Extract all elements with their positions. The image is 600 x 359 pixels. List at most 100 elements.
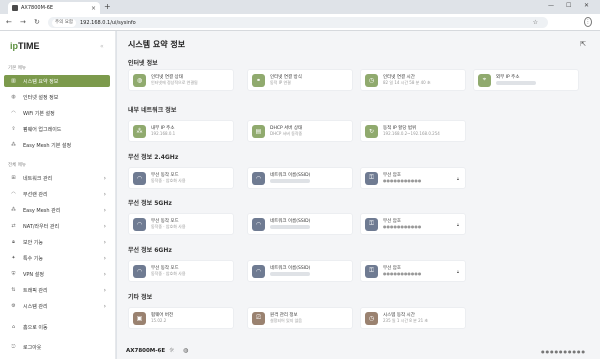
dhcp-status-card: ▤ DHCP 서버 상태 DHCP 서버 동작중 — [247, 120, 353, 142]
url-text: 192.168.0.1/ui/sysinfo — [80, 19, 136, 26]
external-ip-card: ⌖ 외부 IP 주소 — [473, 69, 579, 91]
internet-section-title: 인터넷 정보 — [128, 60, 158, 67]
sidebar-item-internet[interactable]: ◍ 인터넷 설정 정보 — [4, 91, 110, 103]
chevron-right-icon: › — [103, 270, 106, 278]
minimize-icon[interactable]: — — [548, 1, 554, 11]
mesh-icon: ⁂ — [11, 207, 16, 213]
range-icon: ↻ — [365, 124, 378, 138]
wifi6-mode-card: ◠ 무선 동작 모드 동작중 · 암호화 사용 — [128, 260, 234, 282]
footer: AX7800M-6E | ☼ ◍ ●●●●●●●●●● — [117, 345, 600, 359]
chart-icon: ▥ — [11, 78, 16, 84]
remote-management-card: ⎚ 원격 관리 정보 설정되어 있지 않음 — [247, 307, 353, 329]
sidebar-item-wireless[interactable]: ◠ 무선랜 관리 › — [4, 188, 110, 200]
internet-status-card: ◍ 인터넷 연결 상태 인터넷에 정상적으로 연결됨 — [128, 69, 234, 91]
reload-icon[interactable]: ↻ — [34, 17, 40, 27]
clock-icon: ◷ — [365, 311, 378, 325]
firmware-version-card: ▣ 펌웨어 버전 15.02.2 — [128, 307, 234, 329]
vpn-icon: ⛨ — [11, 271, 16, 277]
sidebar-item-wifi[interactable]: ◠ WiFi 기본 설정 — [4, 107, 110, 119]
browser-menu-icon[interactable]: ⋮ — [584, 17, 592, 27]
sidebar-item-easymesh[interactable]: ⁂ Easy Mesh 기본 설정 — [4, 139, 110, 151]
wifi-icon: ◠ — [252, 217, 265, 231]
basic-menu-title: 기본 메뉴 — [8, 66, 26, 71]
chevron-right-icon: › — [103, 286, 106, 294]
wifi24-password-card: ⚿ 무선 암호 ●●●●●●●●●●● 🔒︎ — [360, 167, 466, 189]
sidebar-item-security[interactable]: 🔒︎ 보안 기능 › — [4, 236, 110, 248]
wifi5-mode-card: ◠ 무선 동작 모드 동작중 · 암호화 사용 — [128, 213, 234, 235]
wifi6-section-title: 무선 정보 6GHz — [128, 247, 172, 254]
internet-uptime-card: ◷ 인터넷 연결 시간 82 일 14 시간 58 분 40 초 — [360, 69, 466, 91]
language-icon[interactable]: ◍ — [183, 347, 188, 354]
sidebar-item-easymesh-manage[interactable]: ⁂ Easy Mesh 관리 › — [4, 204, 110, 216]
sidebar-item-vpn[interactable]: ⛨ VPN 설정 › — [4, 268, 110, 280]
browser-tab-bar: AX7800M-6E × + — ☐ ✕ — [0, 0, 600, 14]
wifi5-password-card: ⚿ 무선 암호 ●●●●●●●●●●● 🔒︎ — [360, 213, 466, 235]
security-badge[interactable]: 주의 요함 — [52, 18, 76, 27]
wifi-icon: ◠ — [252, 171, 265, 185]
tab-title: AX7800M-6E — [21, 5, 54, 11]
tab-close-icon[interactable]: × — [91, 5, 96, 12]
sidebar-item-special[interactable]: ✦ 특수 기능 › — [4, 252, 110, 264]
network-icon: ⊞ — [11, 175, 16, 181]
full-menu-title: 전체 메뉴 — [8, 163, 26, 168]
close-window-icon[interactable]: ✕ — [584, 1, 589, 11]
sidebar-item-network[interactable]: ⊞ 네트워크 관리 › — [4, 172, 110, 184]
sidebar-item-firmware[interactable]: ⇪ 펌웨어 업그레이드 — [4, 123, 110, 135]
chevron-right-icon: › — [103, 222, 106, 230]
wifi24-mode-card: ◠ 무선 동작 모드 동작중 · 암호화 사용 — [128, 167, 234, 189]
status-dots: ●●●●●●●●●● — [541, 349, 586, 354]
iptime-logo[interactable]: ipTIME — [10, 41, 40, 51]
favicon-icon — [12, 5, 18, 11]
lock-icon: 🔒︎ — [12, 239, 15, 245]
upload-icon: ⇪ — [11, 126, 16, 132]
maximize-icon[interactable]: ☐ — [566, 1, 571, 11]
forward-icon[interactable]: → — [20, 17, 26, 27]
url-input[interactable]: 주의 요함 192.168.0.1/ui/sysinfo ☆ — [48, 17, 548, 28]
sidebar-item-traffic[interactable]: ⇅ 트래픽 관리 › — [4, 284, 110, 296]
lock-icon[interactable]: 🔒︎ — [457, 176, 459, 181]
collapse-sidebar-icon[interactable]: « — [100, 43, 104, 50]
wifi-icon: ◠ — [11, 191, 16, 197]
home-icon: ⌂ — [11, 324, 16, 330]
lan-section-title: 내부 네트워크 정보 — [128, 107, 177, 114]
sidebar-item-system-summary[interactable]: ▥ 시스템 요약 정보 — [4, 75, 110, 87]
wifi24-section-title: 무선 정보 2.4GHz — [128, 154, 179, 161]
chevron-right-icon: › — [103, 206, 106, 214]
bookmark-star-icon[interactable]: ☆ — [533, 19, 538, 26]
system-uptime-card: ◷ 시스템 동작 시간 235 일 1 시간 8 분 21 초 — [360, 307, 466, 329]
back-icon[interactable]: ← — [6, 17, 12, 27]
wifi-icon: ◠ — [252, 264, 265, 278]
gear-icon: ⚙ — [11, 303, 16, 309]
chevron-right-icon: › — [103, 238, 106, 246]
lock-icon[interactable]: 🔒︎ — [457, 269, 459, 274]
internet-type-card: ⚭ 인터넷 연결 방식 동적 IP 연결 — [247, 69, 353, 91]
lock-icon[interactable]: 🔒︎ — [457, 222, 459, 227]
browser-tab[interactable]: AX7800M-6E × — [8, 2, 100, 14]
sidebar: ipTIME « 기본 메뉴 ▥ 시스템 요약 정보 ◍ 인터넷 설정 정보 ◠… — [0, 31, 116, 359]
server-icon: ▤ — [252, 124, 265, 138]
logout-button[interactable]: ⎋ 로그아웃 — [4, 341, 110, 353]
wifi5-ssid-card: ◠ 네트워크 이름(SSID) — [247, 213, 353, 235]
footer-separator: | — [159, 348, 161, 354]
key-icon: ⚿ — [365, 264, 378, 278]
new-tab-button[interactable]: + — [104, 2, 111, 12]
logout-icon: ⎋ — [11, 344, 16, 350]
key-icon: ⚿ — [365, 217, 378, 231]
wifi6-ssid-card: ◠ 네트워크 이름(SSID) — [247, 260, 353, 282]
etc-section-title: 기타 정보 — [128, 294, 153, 301]
sidebar-item-system[interactable]: ⚙ 시스템 관리 › — [4, 300, 110, 312]
wifi-icon: ◠ — [133, 217, 146, 231]
masked-value — [270, 272, 310, 277]
page-title: 시스템 요약 정보 — [128, 40, 186, 49]
clock-icon: ◷ — [365, 73, 378, 87]
export-icon[interactable]: ⇱ — [580, 40, 586, 48]
home-button[interactable]: ⌂ 홈으로 이동 — [4, 321, 110, 333]
wifi5-section-title: 무선 정보 5GHz — [128, 200, 172, 207]
globe-icon: ◍ — [133, 73, 146, 87]
wifi-icon: ◠ — [133, 171, 146, 185]
chevron-right-icon: › — [103, 302, 106, 310]
lan-ip-card: ⁂ 내부 IP 주소 192.168.0.1 — [128, 120, 234, 142]
sidebar-item-nat[interactable]: ⇄ NAT/라우터 관리 › — [4, 220, 110, 232]
wifi6-password-card: ⚿ 무선 암호 ●●●●●●●●●●● 🔒︎ — [360, 260, 466, 282]
theme-toggle-icon[interactable]: ☼ — [169, 347, 174, 354]
